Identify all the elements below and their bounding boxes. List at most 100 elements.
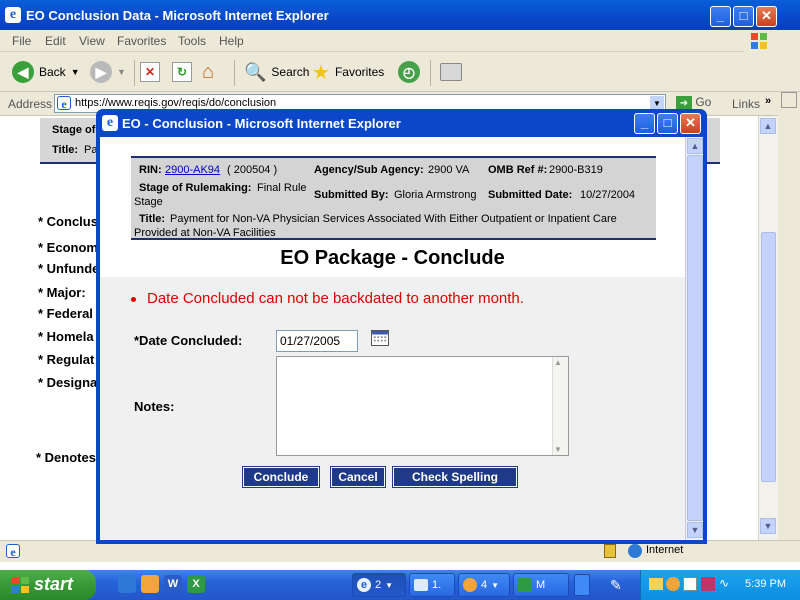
back-dropdown-icon[interactable]: ▼ [71, 67, 80, 77]
title-label: Title: [139, 213, 166, 225]
outer-page-scrollbar[interactable]: ▲ ▼ [758, 116, 778, 540]
conclusion-dialog: e EO - Conclusion - Microsoft Internet E… [96, 109, 707, 544]
date-concluded-input[interactable] [276, 330, 358, 352]
home-button[interactable]: ⌂ [202, 60, 214, 84]
address-label: Address [8, 97, 53, 111]
favorites-button[interactable]: ★ Favorites [312, 60, 384, 84]
task-messenger[interactable]: 1. [409, 573, 455, 597]
scroll-down-icon[interactable]: ▼ [760, 518, 776, 534]
error-bullet-icon [131, 297, 136, 302]
task-excel-label: M [536, 579, 546, 591]
dialog-body: RIN: 2900-AK94 ( 200504 ) Agency/Sub Age… [100, 137, 703, 540]
calendar-icon[interactable] [371, 330, 389, 346]
close-icon: ✕ [761, 8, 772, 23]
scroll-up-icon[interactable]: ▲ [687, 138, 703, 154]
toolbar-separator [234, 60, 235, 86]
page-icon: e [57, 96, 71, 111]
menu-help[interactable]: Help [219, 34, 244, 48]
dialog-scroll-thumb[interactable] [687, 155, 703, 521]
start-button[interactable]: start [0, 570, 96, 600]
print-button[interactable] [440, 60, 462, 84]
toolbar-separator [430, 60, 431, 86]
minimize-icon: _ [640, 115, 649, 130]
ie-icon: e [5, 7, 21, 23]
favorites-label: Favorites [334, 65, 385, 79]
conclude-button[interactable]: Conclude [242, 466, 320, 488]
tray-window-icon[interactable] [683, 577, 697, 591]
notes-textarea[interactable]: ▲ ▼ [276, 356, 569, 456]
menu-tools[interactable]: Tools [178, 34, 206, 48]
system-tray: ∿ 5:39 PM [640, 570, 800, 600]
error-text: Date Concluded can not be backdated to a… [147, 290, 524, 307]
submitted-by-label: Submitted By: [314, 189, 389, 201]
clock: 5:39 PM [745, 578, 786, 590]
task-clock-icon [463, 578, 477, 592]
task-dropdown-icon: ▼ [491, 580, 500, 590]
windows-logo [744, 30, 800, 52]
quicklaunch-clock-icon[interactable] [141, 575, 159, 593]
dialog-close-button[interactable]: ✕ [680, 113, 701, 134]
dialog-maximize-button[interactable]: □ [657, 113, 678, 134]
refresh-button[interactable]: ↻ [172, 60, 192, 84]
quicklaunch-ie-icon[interactable] [118, 575, 136, 593]
task-messenger-icon [414, 579, 428, 591]
mail-icon[interactable] [649, 578, 663, 590]
search-button[interactable]: 🔍 Search [244, 60, 309, 84]
scroll-up-icon[interactable]: ▲ [554, 358, 562, 367]
check-spelling-button[interactable]: Check Spelling [392, 466, 518, 488]
task-excel[interactable]: M [513, 573, 569, 597]
title-value-cont: Provided at Non-VA Facilities [134, 227, 276, 239]
menu-favorites[interactable]: Favorites [117, 34, 166, 48]
quicklaunch-excel-icon[interactable]: X [187, 575, 205, 593]
scroll-up-icon[interactable]: ▲ [760, 118, 776, 134]
close-button[interactable]: ✕ [756, 6, 777, 27]
back-button[interactable]: ◀ Back ▼ [12, 60, 80, 84]
menu-edit[interactable]: Edit [45, 34, 66, 48]
outer-window-titlebar[interactable]: e EO Conclusion Data - Microsoft Interne… [0, 0, 800, 30]
pen-icon[interactable]: ✎ [610, 577, 622, 594]
start-flag-icon [11, 577, 29, 593]
dialog-scrollbar[interactable]: ▲ ▼ [685, 137, 703, 540]
tray-clock-icon[interactable] [666, 577, 680, 591]
history-button[interactable]: ◴ [398, 60, 420, 84]
rin-label: RIN: [139, 164, 162, 176]
notes-label: Notes: [134, 399, 175, 414]
tray-app-icon[interactable] [701, 577, 715, 591]
restore-box-icon[interactable] [781, 92, 797, 108]
menu-file[interactable]: File [12, 34, 31, 48]
cancel-button[interactable]: Cancel [330, 466, 386, 488]
task-ie-group[interactable]: e 2 ▼ [352, 573, 406, 597]
stop-button[interactable]: ✕ [140, 60, 160, 84]
scroll-down-icon[interactable]: ▼ [687, 522, 703, 538]
menu-view[interactable]: View [79, 34, 105, 48]
forward-button[interactable]: ▶ ▼ [90, 60, 126, 84]
refresh-icon: ↻ [172, 62, 192, 82]
links-chevron-icon[interactable]: » [765, 95, 771, 107]
bg-field-unfunded: * Unfunde [38, 261, 100, 276]
maximize-button[interactable]: □ [733, 6, 754, 27]
task-ie-count: 2 [375, 579, 382, 591]
dialog-minimize-button[interactable]: _ [634, 113, 655, 134]
bg-denotes-note: * Denotes [36, 450, 96, 465]
scroll-thumb[interactable] [761, 232, 776, 482]
notes-scrollbar[interactable]: ▲ ▼ [552, 357, 568, 455]
start-label: start [34, 574, 74, 594]
omb-label: OMB Ref #: [488, 164, 548, 176]
dialog-titlebar[interactable]: e EO - Conclusion - Microsoft Internet E… [96, 109, 707, 137]
rin-link[interactable]: 2900-AK94 [165, 164, 220, 176]
links-label[interactable]: Links [732, 97, 760, 111]
task-scroll-button[interactable] [574, 574, 590, 596]
task-outlook-group[interactable]: 4 ▼ [458, 573, 510, 597]
menu-bar: File Edit View Favorites Tools Help [0, 30, 800, 52]
scroll-down-icon[interactable]: ▼ [554, 445, 562, 454]
status-page-icon: e [6, 544, 20, 559]
bg-field-conclusion: * Conclus [38, 214, 98, 229]
right-toolbar-strip [778, 92, 800, 540]
go-label: Go [695, 95, 712, 109]
minimize-button[interactable]: _ [710, 6, 731, 27]
stage-label: Stage of Rulemaking: [139, 182, 252, 194]
forward-dropdown-icon[interactable]: ▼ [117, 67, 126, 77]
task-dropdown-icon: ▼ [385, 580, 394, 590]
tray-audio-icon[interactable]: ∿ [719, 576, 729, 590]
quicklaunch-word-icon[interactable]: W [164, 575, 182, 593]
